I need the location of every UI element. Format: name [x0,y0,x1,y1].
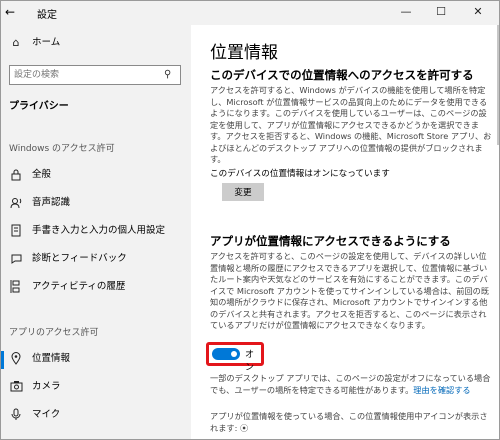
page-title: 位置情報 [210,43,278,63]
change-button[interactable]: 変更 [222,183,264,201]
microphone-icon [9,408,23,422]
sidebar-item-microphone[interactable]: マイク [1,405,191,427]
app-access-description: アクセスを許可すると、このページの設定を使用して、デバイスの詳しい位置情報と場所… [210,251,490,330]
learn-why-link[interactable]: 理由を確認する [413,385,470,395]
footer-text: アプリが位置情報を使っている場合、この位置情報使用中アイコンが表示されます: [210,411,488,433]
search-icon[interactable]: ⚲ [164,68,176,82]
location-icon [9,352,23,366]
toggle-knob [231,351,237,357]
sidebar-item-camera[interactable]: カメラ [1,377,191,399]
group-caption-windows: Windows のアクセス許可 [9,144,115,154]
desktop-apps-note: 一部のデスクトップ アプリでは、このページの設定がオフになっている場合でも、ユー… [210,373,494,396]
timeline-icon [9,280,23,294]
sidebar-item-label: ホーム [32,37,61,48]
sidebar-item-label: アクティビティの履歴 [32,281,126,292]
search-field[interactable]: ⚲ [9,65,181,85]
sidebar-item-label: 手書き入力と入力の個人用設定 [32,225,166,236]
device-access-description: アクセスを許可すると、Windows がデバイスの機能を使用して場所を特定し、M… [210,85,492,164]
sidebar: ⌂ ホーム ⚲ プライバシー Windows のアクセス許可 全般 音声認識 手… [1,25,191,439]
sidebar-item-label: 位置情報 [32,353,71,364]
home-icon: ⌂ [12,36,20,49]
minimize-icon[interactable]: — [393,3,419,21]
speech-icon [9,196,23,210]
back-arrow-icon[interactable]: ← [5,4,19,20]
camera-icon [9,380,23,394]
search-input[interactable] [14,68,154,82]
sidebar-item-activity-history[interactable]: アクティビティの履歴 [1,277,191,299]
maximize-icon[interactable]: ☐ [428,3,454,21]
notebook-icon [9,224,23,238]
device-access-heading: このデバイスでの位置情報へのアクセスを許可する [210,68,474,82]
app-access-heading: アプリが位置情報にアクセスできるようにする [210,234,451,248]
lock-icon [9,168,23,182]
sidebar-item-speech[interactable]: 音声認識 [1,193,191,215]
location-in-use-footer: アプリが位置情報を使っている場合、この位置情報使用中アイコンが表示されます: ⦿ [210,411,494,434]
sidebar-item-location[interactable]: 位置情報 [1,349,191,371]
close-icon[interactable]: ✕ [465,3,491,21]
sidebar-item-home[interactable]: ⌂ ホーム [1,33,191,55]
group-caption-apps: アプリのアクセス許可 [9,328,99,338]
scrollbar[interactable] [497,25,499,145]
sidebar-item-general[interactable]: 全般 [1,165,191,187]
section-title: プライバシー [9,101,69,112]
sidebar-item-label: カメラ [32,381,61,392]
diagnostics-icon [9,252,23,266]
selection-indicator [1,351,4,369]
location-in-use-icon: ⦿ [239,422,249,433]
device-location-status: このデバイスの位置情報はオンになっています [210,169,390,179]
location-toggle[interactable] [212,348,240,360]
sidebar-item-inking[interactable]: 手書き入力と入力の個人用設定 [1,221,191,243]
sidebar-item-label: 全般 [32,169,52,180]
main-content: 位置情報 このデバイスでの位置情報へのアクセスを許可する アクセスを許可すると、… [192,25,499,439]
app-title: 設定 [37,10,57,21]
title-bar: ← 設定 — ☐ ✕ [1,1,499,25]
sidebar-item-label: マイク [32,409,61,420]
sidebar-item-label: 診断とフィードバック [32,253,127,264]
highlight-box: オン [206,342,264,373]
sidebar-item-diagnostics[interactable]: 診断とフィードバック [1,249,191,271]
sidebar-item-label: 音声認識 [32,197,71,208]
toggle-state-label: オン [245,350,255,373]
settings-window: ← 設定 — ☐ ✕ ⌂ ホーム ⚲ プライバシー Windows のアクセス許… [0,0,500,440]
